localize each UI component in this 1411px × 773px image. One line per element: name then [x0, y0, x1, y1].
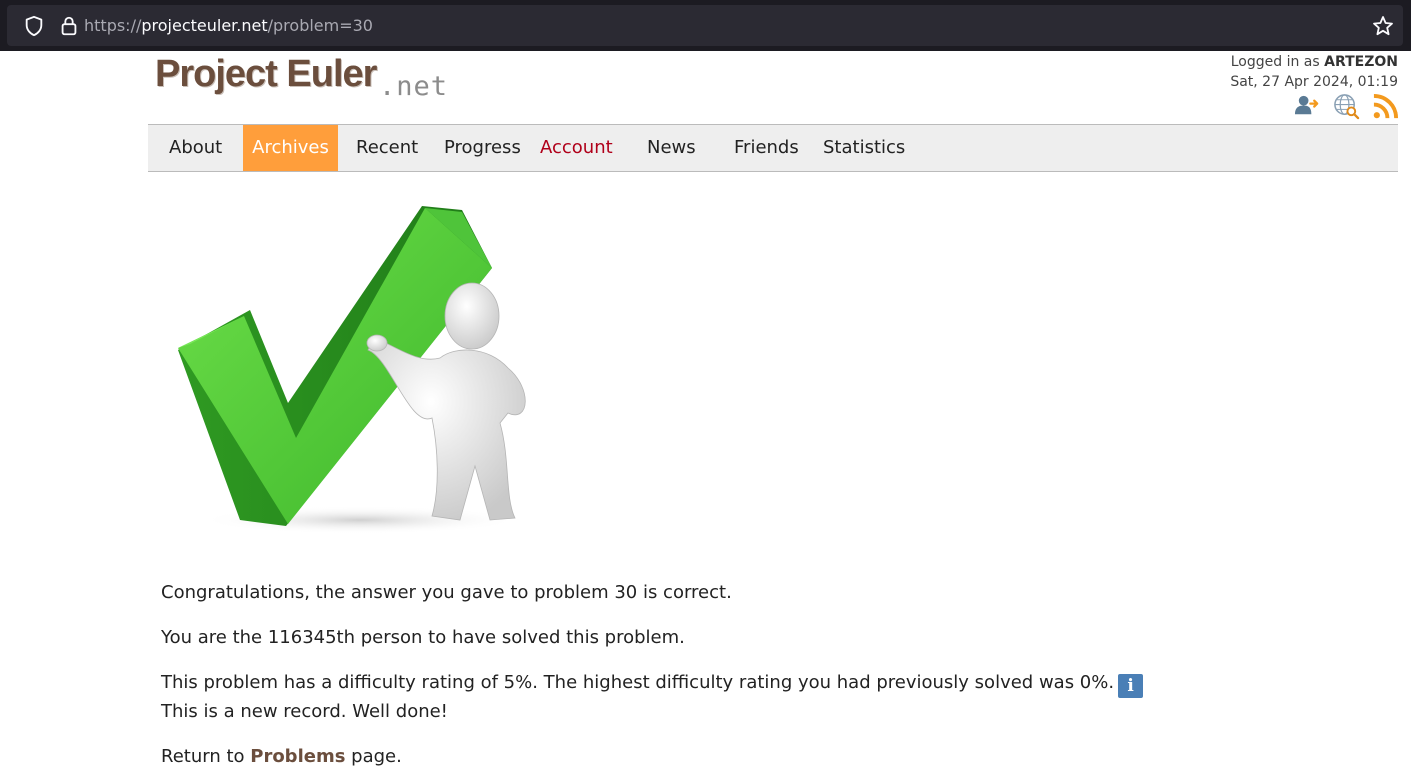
- problems-link[interactable]: Problems: [250, 746, 345, 767]
- url-text[interactable]: https://projecteuler.net/problem=30: [84, 14, 373, 38]
- url-scheme: https://: [84, 16, 142, 35]
- main-nav: About Archives Recent Progress Account N…: [148, 124, 1398, 172]
- difficulty-text: This problem has a difficulty rating of …: [161, 672, 1115, 693]
- browser-toolbar: https://projecteuler.net/problem=30: [0, 0, 1411, 51]
- user-info: Logged in as ARTEZON Sat, 27 Apr 2024, 0…: [1230, 52, 1398, 92]
- nav-friends[interactable]: Friends: [734, 125, 799, 171]
- nav-progress[interactable]: Progress: [444, 125, 521, 171]
- return-suffix: page.: [345, 746, 402, 767]
- logo-suffix: .net: [379, 71, 449, 102]
- congrats-text: Congratulations, the answer you gave to …: [161, 582, 732, 603]
- solver-rank-text: You are the 116345th person to have solv…: [161, 627, 685, 648]
- bookmark-star-icon[interactable]: [1371, 14, 1395, 38]
- site-logo[interactable]: Project Euler .net: [155, 52, 475, 106]
- nav-recent[interactable]: Recent: [356, 125, 418, 171]
- difficulty-line: This problem has a difficulty rating of …: [161, 668, 1144, 698]
- return-line: Return to Problems page.: [161, 742, 402, 771]
- username: ARTEZON: [1324, 54, 1398, 70]
- logo-title: Project Euler: [155, 53, 377, 95]
- lock-icon[interactable]: [58, 15, 80, 37]
- globe-search-icon[interactable]: [1333, 93, 1360, 120]
- user-logout-icon[interactable]: [1294, 93, 1321, 120]
- correct-checkmark-image: [178, 206, 526, 534]
- address-bar[interactable]: https://projecteuler.net/problem=30: [7, 5, 1403, 46]
- logged-in-line: Logged in as ARTEZON: [1230, 52, 1398, 72]
- nav-statistics[interactable]: Statistics: [823, 125, 905, 171]
- current-datetime: Sat, 27 Apr 2024, 01:19: [1230, 74, 1398, 90]
- nav-about[interactable]: About: [169, 125, 222, 171]
- url-path: /problem=30: [267, 16, 373, 35]
- info-icon[interactable]: i: [1118, 674, 1144, 698]
- shield-icon[interactable]: [23, 15, 45, 37]
- logged-in-label: Logged in as: [1230, 54, 1325, 70]
- return-prefix: Return to: [161, 746, 251, 767]
- nav-news[interactable]: News: [647, 125, 696, 171]
- record-text: This is a new record. Well done!: [161, 701, 448, 722]
- user-icons: [1294, 93, 1399, 121]
- nav-account[interactable]: Account: [540, 125, 613, 171]
- rss-icon[interactable]: [1372, 93, 1399, 120]
- nav-archives[interactable]: Archives: [243, 125, 338, 171]
- url-domain: projecteuler.net: [141, 16, 268, 35]
